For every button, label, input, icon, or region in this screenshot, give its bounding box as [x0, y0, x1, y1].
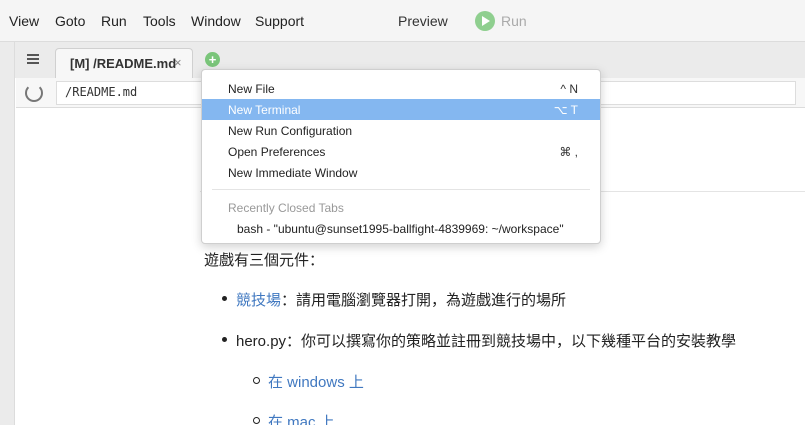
- menu-window[interactable]: Window: [191, 13, 241, 29]
- menu-item-label: New Immediate Window: [228, 166, 358, 180]
- menu-item-label: New Terminal: [228, 103, 301, 117]
- menu-item-label: New Run Configuration: [228, 124, 353, 138]
- menu-item-new-run-configuration[interactable]: New Run Configuration: [202, 120, 600, 141]
- new-tab-menu: New File ^ N New Terminal ⌥ T New Run Co…: [201, 69, 601, 244]
- menu-item-new-file[interactable]: New File ^ N: [202, 78, 600, 99]
- close-icon[interactable]: ×: [174, 55, 182, 70]
- recent-tab-item[interactable]: bash - "ubuntu@sunset1995-ballfight-4839…: [237, 222, 564, 236]
- menu-separator: [212, 189, 590, 190]
- recent-tabs-heading: Recently Closed Tabs: [228, 201, 344, 215]
- left-gutter: [0, 42, 15, 425]
- windows-link[interactable]: 在 windows 上: [268, 374, 364, 391]
- tab-list-icon[interactable]: [27, 54, 39, 64]
- arena-link[interactable]: 競技場: [236, 292, 281, 309]
- menu-view[interactable]: View: [9, 13, 39, 29]
- play-icon: [475, 11, 495, 31]
- menu-item-shortcut: ⌘ ,: [559, 145, 578, 159]
- menu-item-label: Open Preferences: [228, 145, 326, 159]
- menu-item-new-terminal[interactable]: New Terminal ⌥ T: [202, 99, 600, 120]
- run-label: Run: [501, 13, 527, 29]
- menu-bar: View Goto Run Tools Window Support Previ…: [0, 0, 805, 42]
- menu-item-label: New File: [228, 82, 275, 96]
- run-button[interactable]: Run: [475, 10, 527, 32]
- menu-item-open-preferences[interactable]: Open Preferences ⌘ ,: [202, 141, 600, 162]
- sub-list-item: 在 windows 上: [268, 371, 364, 392]
- menu-run[interactable]: Run: [101, 13, 127, 29]
- mac-link[interactable]: 在 mac 上: [268, 414, 335, 425]
- list-item-text: ：請用電腦瀏覽器打開，為遊戲進行的場所: [281, 292, 567, 309]
- menu-item-new-immediate-window[interactable]: New Immediate Window: [202, 162, 600, 183]
- menu-support[interactable]: Support: [255, 13, 304, 29]
- menu-item-shortcut: ^ N: [560, 82, 578, 96]
- bullet-dot: [222, 337, 227, 342]
- menu-goto[interactable]: Goto: [55, 13, 85, 29]
- tab-label: [M] /README.md: [70, 56, 177, 71]
- add-tab-icon[interactable]: +: [205, 52, 220, 67]
- sub-bullet-ring: [253, 417, 260, 424]
- sub-bullet-ring: [253, 377, 260, 384]
- menu-item-shortcut: ⌥ T: [553, 103, 578, 117]
- refresh-icon[interactable]: [25, 84, 43, 102]
- list-item: 競技場：請用電腦瀏覽器打開，為遊戲進行的場所: [236, 289, 566, 310]
- sub-list-item: 在 mac 上: [268, 411, 335, 425]
- intro-paragraph: 遊戲有三個元件：: [204, 252, 325, 269]
- bullet-dot: [222, 296, 227, 301]
- tab-readme[interactable]: [M] /README.md ×: [55, 48, 193, 78]
- preview-button[interactable]: Preview: [398, 13, 448, 29]
- list-item: hero.py：你可以撰寫你的策略並註冊到競技場中，以下幾種平台的安裝教學: [236, 333, 737, 350]
- menu-tools[interactable]: Tools: [143, 13, 176, 29]
